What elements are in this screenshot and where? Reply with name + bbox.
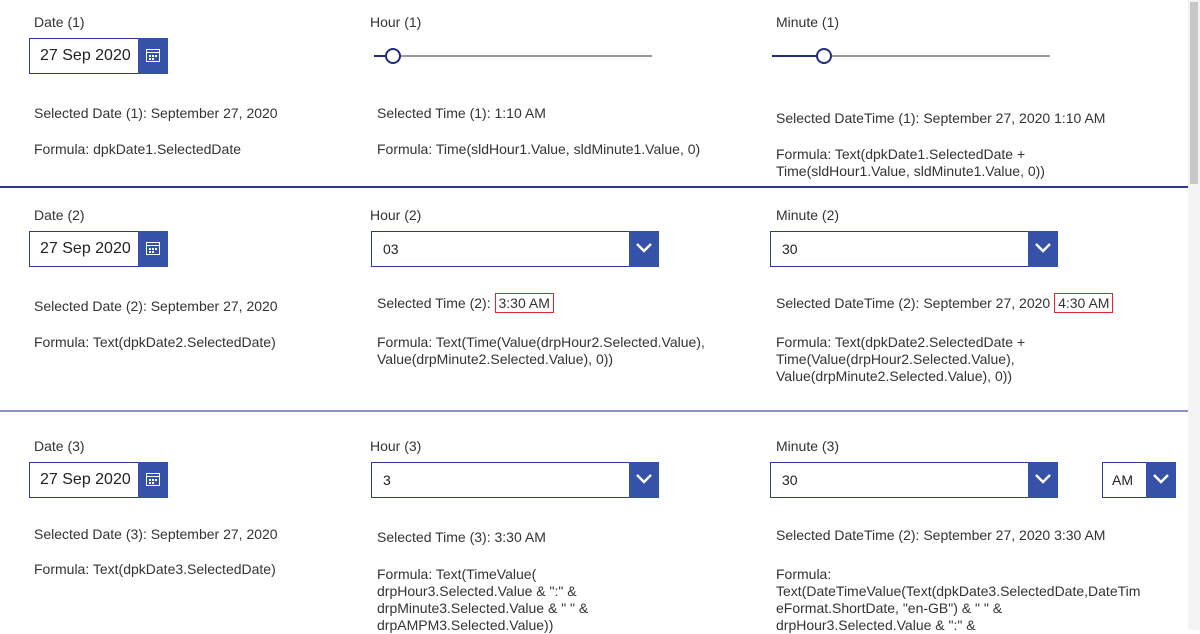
- selected-datetime-1: Selected DateTime (1): September 27, 202…: [776, 110, 1106, 126]
- date-picker-2-value: 27 Sep 2020: [40, 240, 131, 257]
- chevron-down-icon: [636, 474, 652, 484]
- selected-date-2: Selected Date (2): September 27, 2020: [34, 298, 278, 314]
- date-picker-3[interactable]: 27 Sep 2020: [29, 462, 168, 498]
- chevron-down-icon: [1035, 474, 1051, 484]
- formula-datetime-2-line2: Time(Value(drpHour2.Selected.Value),: [776, 351, 1015, 367]
- minute-1-slider[interactable]: [772, 46, 1050, 66]
- date-3-label: Date (3): [34, 438, 85, 454]
- minute-1-slider-thumb[interactable]: [816, 48, 833, 64]
- hour-1-label: Hour (1): [370, 14, 422, 30]
- formula-datetime-3-line1: Formula:: [776, 566, 832, 582]
- formula-time-3-line1: Formula: Text(TimeValue(: [377, 566, 537, 582]
- selected-time-3: Selected Time (3): 3:30 AM: [377, 529, 546, 545]
- hour-3-dropdown-toggle[interactable]: [629, 462, 659, 498]
- selected-datetime-2: Selected DateTime (2): September 27, 202…: [776, 293, 1114, 313]
- hour-1-slider-track: [374, 55, 652, 57]
- minute-3-dropdown-toggle[interactable]: [1028, 462, 1058, 498]
- date-picker-3-value: 27 Sep 2020: [40, 471, 131, 488]
- hour-2-dropdown-toggle[interactable]: [629, 231, 659, 267]
- minute-3-dropdown[interactable]: 30: [770, 462, 1058, 498]
- selected-date-3: Selected Date (3): September 27, 2020: [34, 526, 278, 542]
- formula-time-2-line1: Formula: Text(Time(Value(drpHour2.Select…: [377, 334, 705, 350]
- formula-date-3: Formula: Text(dpkDate3.SelectedDate): [34, 561, 276, 577]
- chevron-down-icon: [1153, 474, 1169, 484]
- formula-time-1: Formula: Time(sldHour1.Value, sldMinute1…: [377, 141, 701, 157]
- selected-time-2-prefix: Selected Time (2):: [377, 295, 491, 311]
- selected-time-1: Selected Time (1): 1:10 AM: [377, 105, 546, 121]
- hour-2-dropdown[interactable]: 03: [371, 231, 659, 267]
- hour-2-label: Hour (2): [370, 207, 422, 223]
- vertical-scrollbar-thumb[interactable]: [1190, 2, 1198, 184]
- formula-time-3-line4: drpAMPM3.Selected.Value)): [377, 617, 554, 633]
- formula-datetime-3-line2: Text(DateTimeValue(Text(dpkDate3.Selecte…: [776, 583, 1141, 599]
- chevron-down-icon: [636, 243, 652, 253]
- formula-datetime-3-line3: eFormat.ShortDate, "en-GB") & " " &: [776, 600, 1003, 616]
- formula-time-3-line2: drpHour3.Selected.Value & ":" &: [377, 583, 577, 599]
- calendar-button-3[interactable]: [138, 462, 168, 498]
- selected-time-2: Selected Time (2): 3:30 AM: [377, 293, 554, 313]
- selected-datetime-2-value: 4:30 AM: [1054, 293, 1114, 313]
- formula-date-1: Formula: dpkDate1.SelectedDate: [34, 141, 241, 157]
- selected-datetime-2-prefix: Selected DateTime (2): September 27, 202…: [776, 295, 1051, 311]
- vertical-scrollbar[interactable]: [1188, 0, 1200, 630]
- minute-2-label: Minute (2): [776, 207, 840, 223]
- chevron-down-icon: [1035, 243, 1051, 253]
- date-1-label: Date (1): [34, 14, 85, 30]
- minute-3-dropdown-value: 30: [782, 472, 798, 488]
- minute-2-dropdown-toggle[interactable]: [1028, 231, 1058, 267]
- formula-datetime-2-line1: Formula: Text(dpkDate2.SelectedDate +: [776, 334, 1026, 350]
- formula-datetime-1-line1: Formula: Text(dpkDate1.SelectedDate +: [776, 146, 1026, 162]
- hour-1-slider[interactable]: [374, 46, 652, 66]
- ampm-3-dropdown[interactable]: AM: [1102, 462, 1176, 498]
- hour-2-dropdown-value: 03: [383, 241, 399, 257]
- minute-1-label: Minute (1): [776, 14, 840, 30]
- hour-3-dropdown[interactable]: 3: [371, 462, 659, 498]
- calendar-icon: [146, 473, 160, 486]
- hour-1-slider-thumb[interactable]: [385, 48, 402, 64]
- section-divider-1: [0, 186, 1200, 188]
- date-picker-1[interactable]: 27 Sep 2020: [29, 38, 168, 74]
- hour-3-dropdown-value: 3: [383, 472, 391, 488]
- selected-time-2-value: 3:30 AM: [494, 293, 554, 313]
- selected-date-1: Selected Date (1): September 27, 2020: [34, 105, 278, 121]
- ampm-3-dropdown-toggle[interactable]: [1146, 462, 1176, 498]
- date-2-label: Date (2): [34, 207, 85, 223]
- minute-3-label: Minute (3): [776, 438, 840, 454]
- formula-datetime-1-line2: Time(sldHour1.Value, sldMinute1.Value, 0…: [776, 163, 1045, 179]
- hour-3-label: Hour (3): [370, 438, 422, 454]
- selected-datetime-3: Selected DateTime (2): September 27, 202…: [776, 527, 1106, 543]
- calendar-button-1[interactable]: [138, 38, 168, 74]
- formula-time-2-line2: Value(drpMinute2.Selected.Value), 0)): [377, 351, 614, 367]
- calendar-button-2[interactable]: [138, 231, 168, 267]
- date-picker-2[interactable]: 27 Sep 2020: [29, 231, 168, 267]
- ampm-3-dropdown-value: AM: [1112, 472, 1133, 488]
- formula-datetime-3-line4: drpHour3.Selected.Value & ":" &: [776, 617, 976, 633]
- minute-2-dropdown[interactable]: 30: [770, 231, 1058, 267]
- calendar-icon: [146, 242, 160, 255]
- formula-date-2: Formula: Text(dpkDate2.SelectedDate): [34, 334, 276, 350]
- formula-time-3-line3: drpMinute3.Selected.Value & " " &: [377, 600, 589, 616]
- section-divider-2: [0, 410, 1200, 412]
- formula-datetime-2-line3: Value(drpMinute2.Selected.Value), 0)): [776, 368, 1013, 384]
- date-picker-1-value: 27 Sep 2020: [40, 47, 131, 64]
- minute-2-dropdown-value: 30: [782, 241, 798, 257]
- calendar-icon: [146, 49, 160, 62]
